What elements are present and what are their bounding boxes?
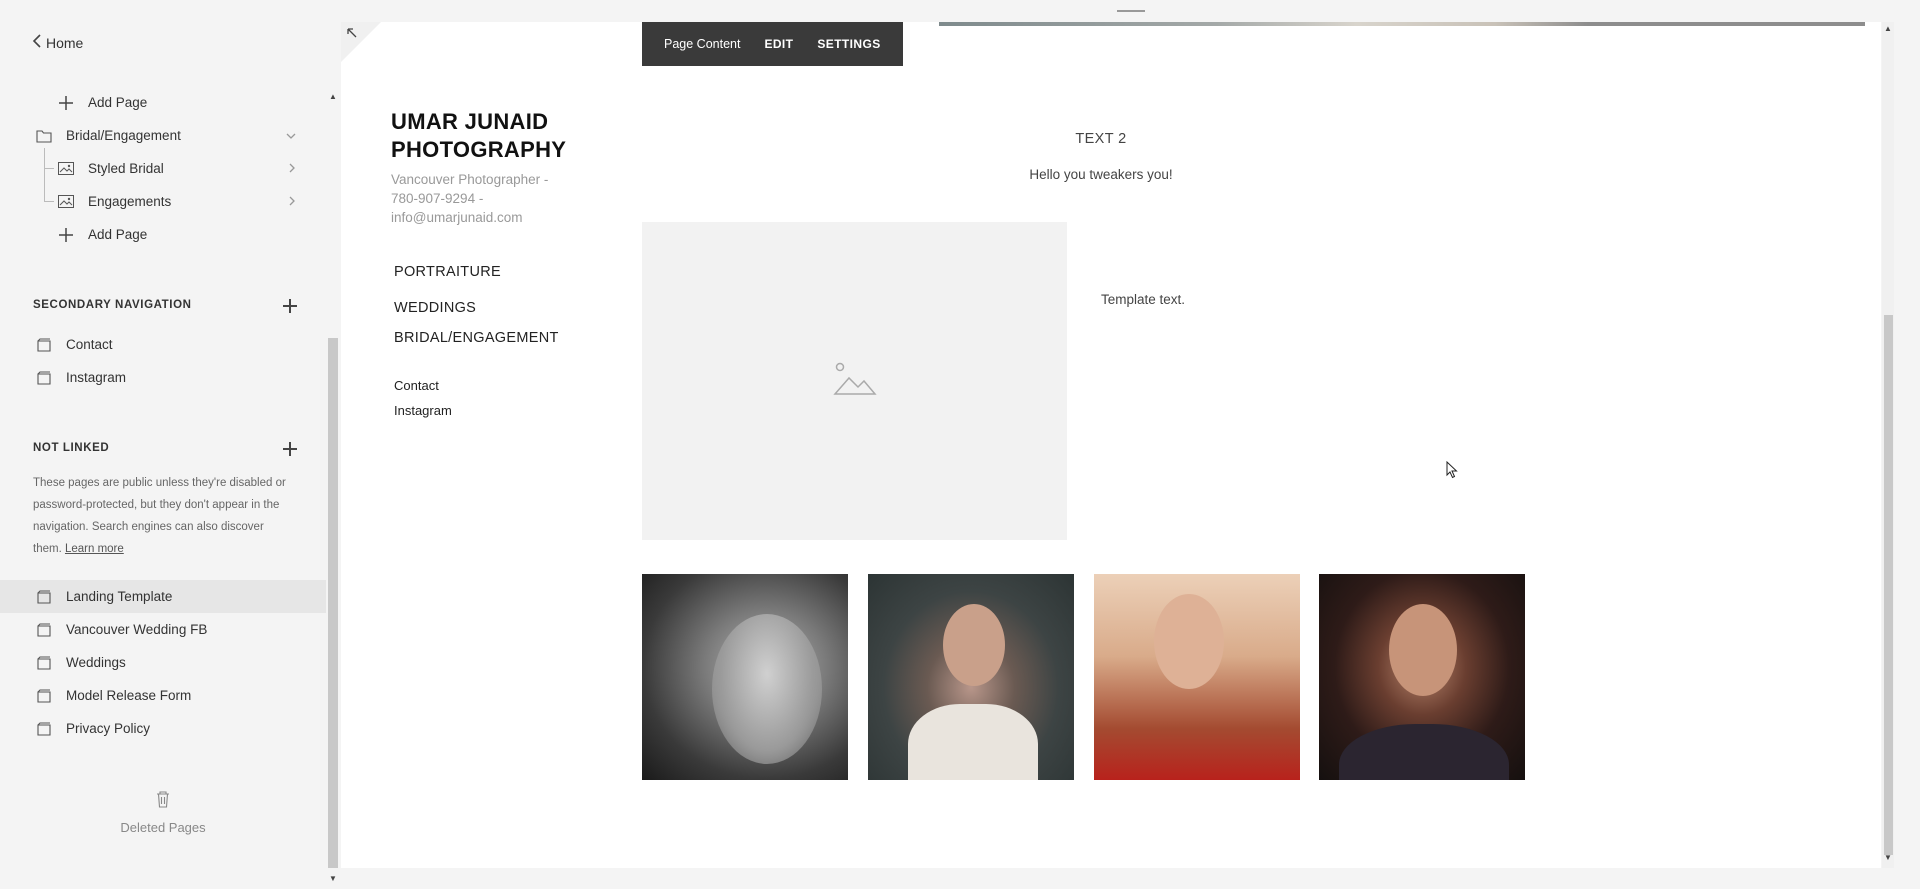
deleted-pages-button[interactable]: Deleted Pages — [0, 790, 326, 835]
add-page-label: Add Page — [88, 227, 148, 242]
edit-button[interactable]: EDIT — [752, 37, 805, 51]
folder-icon — [35, 127, 53, 145]
site-description-line: 780-907-9294 - — [391, 191, 484, 206]
pages-sidebar: Home Add Page Bridal/Engagement Styled B… — [0, 0, 330, 889]
add-unlinked-page-button[interactable] — [280, 439, 300, 459]
gallery-photo-turtleneck[interactable] — [1319, 574, 1525, 780]
home-back-link[interactable]: Home — [32, 34, 83, 51]
page-icon — [35, 336, 53, 354]
deleted-pages-label: Deleted Pages — [120, 820, 206, 835]
sidebar-item-label: Engagements — [88, 194, 172, 209]
arrow-up-left-icon[interactable] — [347, 26, 357, 41]
gallery-photo-red-hair[interactable] — [1094, 574, 1300, 780]
gallery-photo-bw-portrait[interactable] — [642, 574, 848, 780]
banner-image-strip — [939, 22, 1865, 26]
template-text-block[interactable]: Template text. — [1101, 292, 1185, 307]
site-nav-contact[interactable]: Contact — [394, 378, 439, 393]
sidebar-scrollbar-thumb[interactable] — [328, 338, 338, 868]
image-placeholder-block[interactable] — [642, 222, 1067, 540]
sidebar-item-engagements[interactable]: Engagements — [0, 185, 326, 218]
sidebar-item-landing-template[interactable]: Landing Template — [0, 580, 326, 613]
site-description-line: info@umarjunaid.com — [391, 210, 523, 225]
page-icon — [35, 687, 53, 705]
settings-button[interactable]: SETTINGS — [805, 37, 892, 51]
add-page-button[interactable]: Add Page — [0, 86, 326, 119]
add-secondary-page-button[interactable] — [280, 296, 300, 316]
sidebar-item-label: Landing Template — [66, 589, 173, 604]
scroll-up-arrow-icon[interactable]: ▲ — [1884, 24, 1892, 33]
chevron-right-icon[interactable] — [288, 195, 296, 209]
scroll-down-arrow-icon[interactable]: ▼ — [329, 874, 337, 883]
preview-scrollbar-thumb[interactable] — [1884, 315, 1893, 855]
chevron-down-icon[interactable] — [286, 129, 296, 143]
site-nav-instagram[interactable]: Instagram — [394, 403, 452, 418]
site-nav-weddings[interactable]: WEDDINGS — [394, 300, 476, 316]
site-title-line: UMAR JUNAID — [391, 109, 549, 134]
site-title-line: PHOTOGRAPHY — [391, 137, 567, 162]
not-linked-note: These pages are public unless they're di… — [33, 472, 295, 560]
sidebar-item-label: Contact — [66, 337, 113, 352]
site-nav-portraiture[interactable]: PORTRAITURE — [394, 264, 501, 280]
learn-more-link[interactable]: Learn more — [65, 543, 124, 555]
sidebar-item-styled-bridal[interactable]: Styled Bridal — [0, 152, 326, 185]
page-icon — [35, 369, 53, 387]
page-icon — [35, 588, 53, 606]
preview-drag-handle[interactable] — [1117, 10, 1145, 12]
not-linked-title: NOT LINKED — [33, 442, 110, 454]
portrait-face — [1389, 604, 1457, 696]
portrait-face — [712, 614, 822, 764]
sidebar-item-label: Weddings — [66, 655, 126, 670]
site-nav-bridal-engagement[interactable]: BRIDAL/ENGAGEMENT — [394, 330, 559, 346]
sidebar-item-bridal-engagement[interactable]: Bridal/Engagement — [0, 119, 326, 152]
text-block-body[interactable]: Hello you tweakers you! — [951, 167, 1251, 182]
add-page-button[interactable]: Add Page — [0, 218, 326, 251]
site-title[interactable]: UMAR JUNAID PHOTOGRAPHY — [391, 108, 566, 164]
sidebar-item-label: Model Release Form — [66, 688, 192, 703]
sidebar-item-label: Bridal/Engagement — [66, 128, 181, 143]
portrait-shoulder — [908, 704, 1038, 780]
image-placeholder-icon — [832, 362, 877, 401]
scroll-up-arrow-icon[interactable]: ▲ — [329, 92, 337, 101]
portrait-face — [943, 604, 1005, 686]
sidebar-item-label: Instagram — [66, 370, 127, 385]
gallery-icon — [57, 160, 75, 178]
sidebar-item-privacy-policy[interactable]: Privacy Policy — [0, 712, 326, 745]
page-icon — [35, 621, 53, 639]
page-content-toolbar: Page Content EDIT SETTINGS — [642, 22, 903, 66]
sidebar-item-model-release-form[interactable]: Model Release Form — [0, 679, 326, 712]
site-description: Vancouver Photographer - 780-907-9294 - … — [391, 170, 591, 227]
gallery-icon — [57, 193, 75, 211]
sidebar-item-instagram[interactable]: Instagram — [0, 361, 326, 394]
chevron-right-icon[interactable] — [288, 162, 296, 176]
portrait-sweater — [1339, 724, 1509, 780]
site-preview-frame: Page Content EDIT SETTINGS UMAR JUNAID P… — [341, 22, 1881, 868]
chevron-left-icon — [32, 34, 42, 51]
secondary-navigation-title: SECONDARY NAVIGATION — [33, 299, 192, 311]
add-page-label: Add Page — [88, 95, 148, 110]
trash-icon — [155, 790, 171, 808]
page-icon — [35, 720, 53, 738]
home-label: Home — [46, 34, 84, 51]
sidebar-item-label: Styled Bridal — [88, 161, 164, 176]
mouse-cursor-icon — [1446, 460, 1458, 484]
gallery-photo-dark-hair[interactable] — [868, 574, 1074, 780]
portrait-face — [1154, 594, 1224, 689]
sidebar-item-contact[interactable]: Contact — [0, 328, 326, 361]
page-content-button[interactable]: Page Content — [652, 37, 752, 51]
sidebar-item-label: Vancouver Wedding FB — [66, 622, 208, 637]
sidebar-item-label: Privacy Policy — [66, 721, 151, 736]
sidebar-item-weddings[interactable]: Weddings — [0, 646, 326, 679]
sidebar-item-vancouver-wedding-fb[interactable]: Vancouver Wedding FB — [0, 613, 326, 646]
site-description-line: Vancouver Photographer - — [391, 172, 549, 187]
text-block-title[interactable]: TEXT 2 — [1001, 131, 1201, 147]
scroll-down-arrow-icon[interactable]: ▼ — [1884, 853, 1892, 862]
page-icon — [35, 654, 53, 672]
plus-icon — [57, 94, 75, 112]
plus-icon — [57, 226, 75, 244]
